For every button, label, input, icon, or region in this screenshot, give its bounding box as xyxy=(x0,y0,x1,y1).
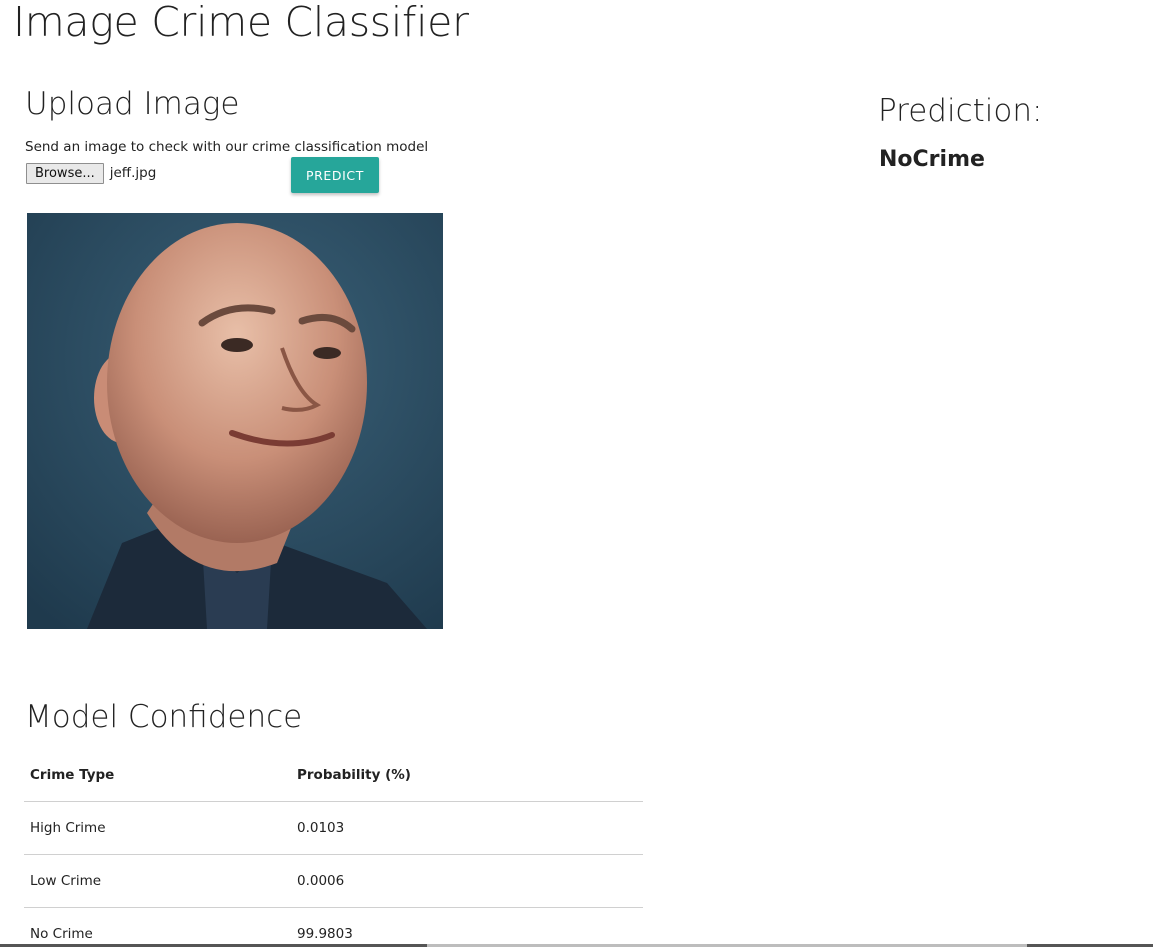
table-row: High Crime 0.0103 xyxy=(24,801,643,855)
file-input[interactable]: Browse... jeff.jpg xyxy=(26,162,156,184)
model-confidence-title: Model Confidence xyxy=(25,699,303,735)
column-header-probability: Probability (%) xyxy=(291,749,643,802)
confidence-table: Crime Type Probability (%) High Crime 0.… xyxy=(24,749,643,947)
crime-type-cell: Low Crime xyxy=(24,854,291,908)
upload-section-title: Upload Image xyxy=(25,86,240,122)
probability-cell: 0.0103 xyxy=(291,801,643,855)
browse-button[interactable]: Browse... xyxy=(26,162,104,184)
upload-description: Send an image to check with our crime cl… xyxy=(25,139,429,155)
table-header-row: Crime Type Probability (%) xyxy=(24,749,643,802)
predict-button[interactable]: PREDICT xyxy=(291,157,379,193)
prediction-title: Prediction: xyxy=(878,93,1043,129)
prediction-result: NoCrime xyxy=(879,147,985,172)
uploaded-image-preview xyxy=(27,213,443,629)
table-row: Low Crime 0.0006 xyxy=(24,854,643,908)
crime-type-cell: No Crime xyxy=(24,907,291,947)
crime-type-cell: High Crime xyxy=(24,801,291,855)
probability-cell: 99.9803 xyxy=(291,907,643,947)
selected-file-name: jeff.jpg xyxy=(109,165,157,181)
table-row: No Crime 99.9803 xyxy=(24,907,643,947)
column-header-crime-type: Crime Type xyxy=(24,749,291,802)
page-title: Image Crime Classifier xyxy=(13,0,469,46)
probability-cell: 0.0006 xyxy=(291,854,643,908)
